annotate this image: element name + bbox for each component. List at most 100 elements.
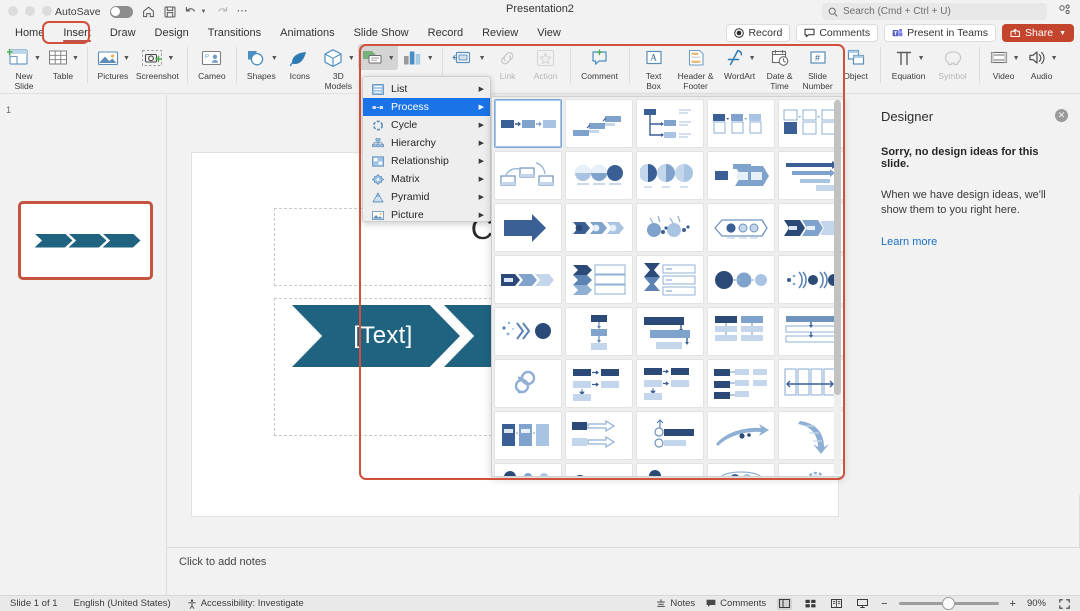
- record-button[interactable]: Record: [726, 24, 791, 42]
- text-box-button[interactable]: A Text Box: [635, 44, 673, 91]
- smartart-thumbnail-circle-accent-timeline[interactable]: [636, 99, 704, 148]
- screenshot-button[interactable]: ▼ Screenshot: [133, 44, 182, 82]
- zoom-level-label[interactable]: 90%: [1027, 598, 1046, 609]
- video-button[interactable]: ▼ Video: [985, 44, 1023, 82]
- icons-button[interactable]: Icons: [281, 44, 319, 82]
- shapes-caret-icon[interactable]: ▼: [271, 55, 278, 62]
- smartart-thumbnail-increasing-arrows[interactable]: [707, 151, 775, 200]
- smartart-category-matrix[interactable]: Matrix ▶: [363, 170, 490, 188]
- tab-animations[interactable]: Animations: [271, 25, 343, 41]
- new-slide-button[interactable]: ▼ New Slide: [4, 44, 44, 91]
- table-button[interactable]: ▼ Table: [44, 44, 82, 82]
- smartart-thumbnail-basic-chevron-process[interactable]: [494, 203, 562, 252]
- share-caret-icon[interactable]: ▼: [1059, 30, 1066, 37]
- tab-design[interactable]: Design: [146, 25, 198, 41]
- smartart-th*umbnail-circle-accent[interactable]: [494, 463, 562, 476]
- shapes-button[interactable]: ▼ Shapes: [242, 44, 281, 82]
- chart-button[interactable]: ▼: [398, 44, 437, 70]
- slide-indicator[interactable]: Slide 1 of 1: [10, 598, 58, 609]
- normal-view-button[interactable]: [777, 597, 793, 610]
- zoom-slider-handle[interactable]: [942, 598, 954, 609]
- video-caret-icon[interactable]: ▼: [1013, 55, 1020, 62]
- object-button[interactable]: Object: [837, 44, 875, 82]
- smartart-thumbnail-alternating-flow[interactable]: [494, 151, 562, 200]
- comments-button[interactable]: Comments: [796, 24, 879, 42]
- smartart-thumbnail-detailed-process[interactable]: [707, 307, 775, 356]
- smartart-caret-icon[interactable]: ▼: [388, 55, 395, 62]
- tab-view[interactable]: View: [528, 25, 570, 41]
- smartart-thumbnail-ascending-bending-process[interactable]: [636, 359, 704, 408]
- smartart-thumbnail-gear-process[interactable]: [707, 411, 775, 460]
- fit-to-window-button[interactable]: [1057, 598, 1072, 610]
- slide-sorter-view-button[interactable]: [803, 598, 818, 610]
- table-caret-icon[interactable]: ▼: [72, 55, 79, 62]
- customize-icon[interactable]: [1058, 4, 1071, 17]
- smartart-category-relationship[interactable]: Relationship ▶: [363, 152, 490, 170]
- smartart-category-pyramid[interactable]: Pyramid ▶: [363, 188, 490, 206]
- comment-button[interactable]: Comment: [576, 44, 624, 82]
- smartart-thumbnail-sub-step-process[interactable]: [636, 203, 704, 252]
- present-in-teams-button[interactable]: Present in Teams: [884, 24, 997, 42]
- comments-toggle[interactable]: Comments: [706, 598, 766, 609]
- smartart-thumbnail-chevron-accent-process[interactable]: [565, 203, 633, 252]
- tab-record[interactable]: Record: [419, 25, 472, 41]
- wordart-button[interactable]: ▼ WordArt: [719, 44, 761, 82]
- 3d-models-button[interactable]: ▼ 3D Models: [319, 44, 358, 91]
- smartart-thumbnail-circle-arrow-process[interactable]: [707, 203, 775, 252]
- smartart-thumbnail-chevron-list[interactable]: [565, 255, 633, 304]
- slide-show-view-button[interactable]: [855, 598, 870, 610]
- slide-thumbnail-1[interactable]: [18, 201, 153, 280]
- smartart-thumbnail-vertical-bending-process[interactable]: [565, 359, 633, 408]
- accessibility-status[interactable]: Accessibility: Investigate: [187, 598, 304, 609]
- smartart-thumbnail-converging-text[interactable]: [494, 307, 562, 356]
- pictures-caret-icon[interactable]: ▼: [123, 55, 130, 62]
- smartart-gallery[interactable]: [491, 96, 844, 477]
- learn-more-link[interactable]: Learn more: [881, 236, 1064, 248]
- audio-caret-icon[interactable]: ▼: [1051, 55, 1058, 62]
- zoom-in-button[interactable]: +: [1010, 598, 1016, 610]
- close-icon[interactable]: ✕: [1055, 109, 1068, 122]
- smartart-thumbnail-repeating-bending-process[interactable]: [494, 359, 562, 408]
- smartart-category-cycle[interactable]: Cycle ▶: [363, 116, 490, 134]
- tab-transitions[interactable]: Transitions: [199, 25, 270, 41]
- smartart-thumbnail-circle-process[interactable]: [707, 359, 775, 408]
- equation-caret-icon[interactable]: ▼: [918, 55, 925, 62]
- audio-button[interactable]: ▼ Audio: [1023, 44, 1061, 82]
- smartart-category-list[interactable]: List ▶: [363, 80, 490, 98]
- wordart-caret-icon[interactable]: ▼: [749, 55, 756, 62]
- header-footer-button[interactable]: Header & Footer: [673, 44, 719, 91]
- smartart-thumbnail-random-to-result[interactable]: [565, 411, 633, 460]
- equation-button[interactable]: ▼ Equation: [886, 44, 932, 82]
- screenshot-caret-icon[interactable]: ▼: [167, 55, 174, 62]
- tab-insert[interactable]: Insert: [54, 25, 100, 42]
- smartart-thumbnail-vertical-chevron-list[interactable]: [636, 255, 704, 304]
- smartart-thumbnail-process-arrows[interactable]: [707, 255, 775, 304]
- date-time-button[interactable]: Date & Time: [761, 44, 799, 91]
- smartart-thumbnail-funnel[interactable]: [707, 463, 775, 476]
- smartart-button[interactable]: ▼: [357, 44, 398, 70]
- smartart-category-picture[interactable]: Picture ▶: [363, 206, 490, 224]
- smartart-thumbnail-staggered-process[interactable]: [636, 307, 704, 356]
- notes-toggle[interactable]: Notes: [656, 598, 695, 609]
- new-slide-caret-icon[interactable]: ▼: [34, 55, 41, 62]
- smartart-thumbnail-basic-process[interactable]: [494, 99, 562, 148]
- smartart-thumbnail-vertical-process[interactable]: [494, 411, 562, 460]
- smartart-thumbnail-closed-chevron-process[interactable]: [494, 255, 562, 304]
- cameo-button[interactable]: P Cameo: [193, 44, 231, 82]
- smartart-thumbnail-equation-process[interactable]: [636, 463, 704, 476]
- smartart-thumbnail-descending-process[interactable]: [565, 307, 633, 356]
- tab-review[interactable]: Review: [473, 25, 527, 41]
- zoom-out-button[interactable]: −: [881, 598, 887, 610]
- language-indicator[interactable]: English (United States): [74, 598, 171, 609]
- smartart-category-process[interactable]: Process ▶: [363, 98, 490, 116]
- smartart-thumbnail-step-up-process[interactable]: [636, 151, 704, 200]
- tab-home[interactable]: Home: [6, 25, 53, 41]
- slide-number-button[interactable]: # Slide Number: [799, 44, 837, 91]
- reading-view-button[interactable]: [829, 598, 844, 610]
- smartart-category-hierarchy[interactable]: Hierarchy ▶: [363, 134, 490, 152]
- notes-pane[interactable]: Click to add notes: [167, 547, 1080, 595]
- pictures-button[interactable]: ▼ Pictures: [93, 44, 133, 82]
- zoom-slider[interactable]: [898, 598, 999, 609]
- search-input[interactable]: Search (Cmd + Ctrl + U): [822, 3, 1047, 20]
- smartart-node[interactable]: [Text]: [292, 305, 460, 367]
